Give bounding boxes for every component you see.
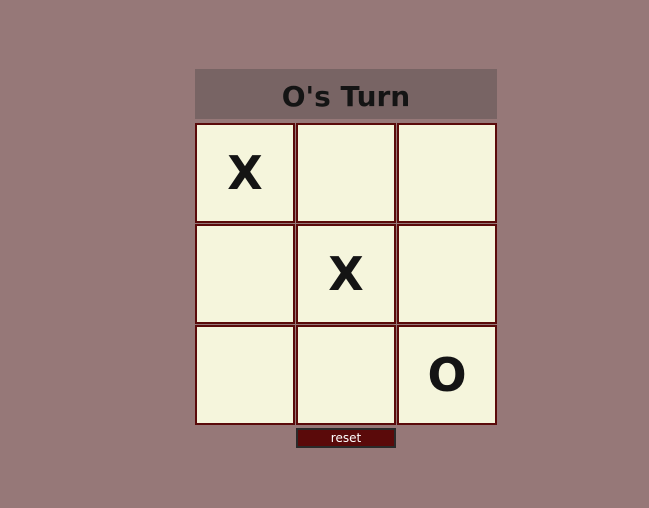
board-cell-9[interactable]: O [397,325,497,425]
board-cell-8[interactable] [296,325,396,425]
board-cell-7[interactable] [195,325,295,425]
board-cell-6[interactable] [397,224,497,324]
board-cell-3[interactable] [397,123,497,223]
board-cell-4[interactable] [195,224,295,324]
reset-button[interactable]: reset [296,428,396,448]
game-board: X X O [195,123,497,425]
board-cell-2[interactable] [296,123,396,223]
board-cell-5[interactable]: X [296,224,396,324]
reset-container: reset [195,428,497,448]
status-bar: O's Turn [195,69,497,119]
board-cell-1[interactable]: X [195,123,295,223]
turn-status: O's Turn [281,79,411,113]
tic-tac-toe-game: O's Turn X X O reset [195,69,497,448]
